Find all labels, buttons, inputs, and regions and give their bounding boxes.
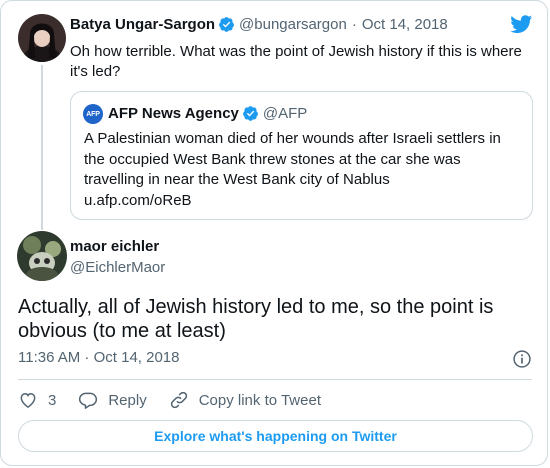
quoted-tweet-link[interactable]: u.afp.com/oReB <box>84 191 524 212</box>
divider <box>18 379 532 380</box>
afp-avatar: AFP <box>83 104 103 124</box>
verified-badge-icon <box>242 106 258 121</box>
reply-bubble-icon <box>79 392 98 409</box>
separator-dot: · <box>351 16 357 33</box>
author-handle[interactable]: @EichlerMaor <box>70 259 165 276</box>
tweet-actions: 3 Reply Copy link to Tweet <box>18 390 343 410</box>
twitter-bird-icon[interactable] <box>509 13 534 35</box>
profile-photo <box>17 231 67 281</box>
author-name[interactable]: maor eichler <box>70 238 159 255</box>
link-icon <box>170 391 187 409</box>
tweet-timestamp[interactable]: 11:36 AM · Oct 14, 2018 <box>18 349 179 366</box>
tweet-date[interactable]: Oct 14, 2018 <box>362 16 448 33</box>
profile-photo <box>18 14 66 62</box>
heart-icon <box>20 392 36 408</box>
parent-tweet-text: Oh how terrible. What was the point of J… <box>70 43 522 80</box>
quoted-author-name: AFP News Agency <box>108 105 239 122</box>
like-count: 3 <box>48 391 57 409</box>
embedded-tweet-card: Batya Ungar-Sargon @bungarsargon · Oct 1… <box>0 0 548 466</box>
copy-link-label: Copy link to Tweet <box>198 391 321 409</box>
parent-tweet-header: Batya Ungar-Sargon @bungarsargon · Oct 1… <box>70 16 448 33</box>
quoted-tweet[interactable]: AFP AFP News Agency @AFP A Palestinian w… <box>70 91 533 220</box>
quoted-tweet-body: A Palestinian woman died of her wounds a… <box>84 129 524 211</box>
quoted-tweet-header: AFP News Agency @AFP <box>108 105 307 122</box>
reply-label: Reply <box>108 391 147 409</box>
like-button[interactable]: 3 <box>18 390 56 410</box>
tweet-text: Actually, all of Jewish history led to m… <box>18 296 494 342</box>
author-name[interactable]: Batya Ungar-Sargon <box>70 16 215 33</box>
explore-button[interactable]: Explore what's happening on Twitter <box>18 420 533 452</box>
avatar[interactable] <box>17 231 67 281</box>
info-icon[interactable] <box>512 349 532 369</box>
reply-button[interactable]: Reply <box>78 390 147 410</box>
author-handle[interactable]: @bungarsargon <box>239 16 347 33</box>
quoted-author-handle: @AFP <box>262 105 308 122</box>
copy-link-button[interactable]: Copy link to Tweet <box>169 390 321 410</box>
verified-badge-icon <box>219 17 234 32</box>
quoted-tweet-text: A Palestinian woman died of her wounds a… <box>84 130 501 188</box>
avatar[interactable] <box>18 14 66 62</box>
thread-line <box>41 65 43 230</box>
